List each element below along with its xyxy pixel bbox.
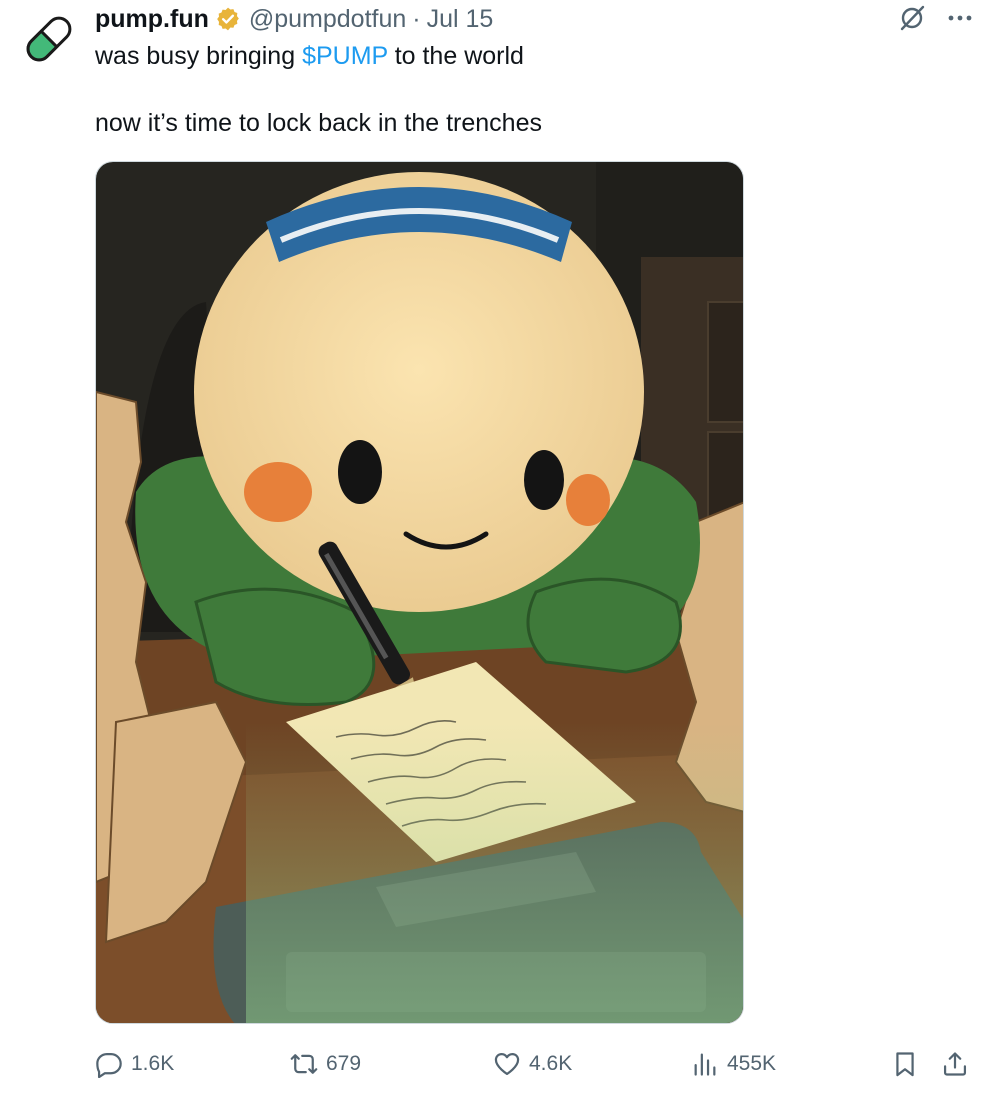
pill-character-illustration	[96, 162, 743, 1023]
display-name[interactable]: pump.fun	[95, 5, 209, 34]
verified-badge-icon[interactable]	[215, 6, 241, 32]
tweet: pump.fun @pumpdotfun · Jul 15 was busy b…	[0, 0, 1000, 1100]
like-count: 4.6K	[529, 1052, 573, 1075]
reply-button[interactable]: 1.6K	[95, 1042, 174, 1086]
reply-count: 1.6K	[131, 1052, 175, 1075]
tweet-text-line-2: now it’s time to lock back in the trench…	[95, 109, 542, 137]
bookmark-icon	[896, 1052, 914, 1077]
views-button[interactable]: 455K	[691, 1042, 776, 1086]
grok-icon[interactable]	[898, 4, 926, 32]
share-button[interactable]	[941, 1042, 969, 1086]
share-icon	[943, 1052, 967, 1076]
tweet-media-image[interactable]	[95, 161, 744, 1024]
author-handle[interactable]: @pumpdotfun	[249, 5, 406, 34]
green-pill-avatar-icon	[26, 16, 72, 62]
repost-icon	[290, 1054, 318, 1074]
tweet-date[interactable]: Jul 15	[427, 5, 494, 34]
top-actions	[898, 4, 972, 32]
tweet-text-line-1: was busy bringing $PUMP to the world	[95, 41, 524, 71]
tweet-header: pump.fun @pumpdotfun · Jul 15	[95, 4, 493, 34]
heart-icon	[494, 1052, 520, 1076]
tweet-text-prefix: was busy bringing	[95, 42, 303, 70]
bookmark-button[interactable]	[891, 1042, 919, 1086]
cashtag-link[interactable]: $PUMP	[302, 42, 388, 70]
tweet-action-bar: 1.6K 679 4.6K 455K	[95, 1042, 975, 1086]
reply-icon	[96, 1052, 122, 1078]
separator-dot: ·	[412, 4, 421, 33]
more-options-icon[interactable]	[948, 14, 972, 22]
views-chart-icon	[694, 1053, 716, 1076]
avatar[interactable]	[20, 10, 78, 68]
tweet-text-suffix: to the world	[387, 42, 524, 70]
like-button[interactable]: 4.6K	[493, 1042, 572, 1086]
repost-count: 679	[326, 1052, 362, 1075]
views-count: 455K	[727, 1052, 777, 1075]
repost-button[interactable]: 679	[290, 1042, 361, 1086]
